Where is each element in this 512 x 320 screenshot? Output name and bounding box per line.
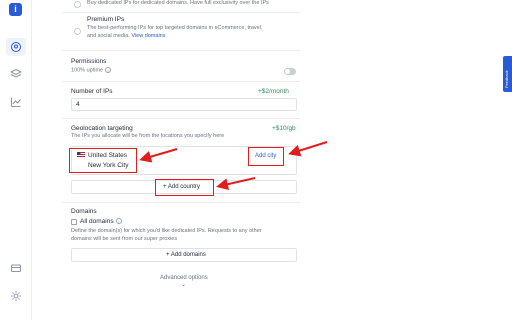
billing-icon[interactable] <box>10 262 22 274</box>
ips-price: +$2/month <box>258 88 289 95</box>
all-domains-checkbox[interactable] <box>71 219 77 225</box>
all-domains-label: All domains <box>80 218 114 225</box>
sidebar: i <box>0 0 32 320</box>
divider <box>62 118 300 119</box>
view-domains-link[interactable]: View domains <box>131 33 165 39</box>
dedicated-ips-description: Buy dedicated IPs for dedicated domains.… <box>87 0 269 6</box>
add-domains-row: + Add domains <box>166 252 206 260</box>
permissions-label: Permissions <box>71 58 107 65</box>
domains-label: Domains <box>71 208 97 215</box>
divider <box>62 202 300 203</box>
domains-description-2: domains will be sent from our super prox… <box>71 236 178 242</box>
premium-ips-title: Premium IPs <box>87 16 125 23</box>
annotation-box-add-city <box>248 147 284 166</box>
add-domains-label: Add domains <box>170 252 206 258</box>
info-icon[interactable]: i <box>115 218 122 225</box>
layers-icon[interactable] <box>10 68 22 80</box>
annotation-box-location <box>69 148 137 173</box>
divider <box>62 12 300 13</box>
app-logo[interactable]: i <box>9 3 22 16</box>
feedback-label: Feedback <box>504 70 509 88</box>
dedicated-ips-radio[interactable] <box>74 1 81 8</box>
uptime-row: 100% uptime i <box>71 67 112 75</box>
geolocation-label: Geolocation targeting <box>71 125 133 132</box>
divider <box>62 50 300 51</box>
number-of-ips-value: 4 <box>76 101 80 108</box>
info-icon[interactable]: i <box>105 67 112 73</box>
chart-icon[interactable] <box>10 96 22 108</box>
domains-description: Define the domain(s) for which you'd lik… <box>71 228 262 234</box>
geolocation-description: The IPs you allocate will be from the lo… <box>71 133 225 139</box>
arrow-to-add-city <box>288 141 328 157</box>
premium-ips-radio[interactable] <box>74 28 81 35</box>
annotation-box-add-country <box>155 179 214 196</box>
divider <box>62 81 300 82</box>
uptime-label: 100% uptime <box>71 67 104 74</box>
premium-ips-description: The best-performing IPs for top targeted… <box>87 25 263 31</box>
add-domains-button[interactable]: + Add domains <box>71 248 297 262</box>
all-domains-row: All domains i <box>80 218 122 225</box>
feedback-tab[interactable]: Feedback <box>503 56 512 92</box>
number-of-ips-label: Number of IPs <box>71 88 113 95</box>
premium-ips-description-2: and social media. View domains <box>87 33 165 41</box>
chevron-down-icon[interactable]: ⌄ <box>181 281 186 288</box>
location-icon[interactable] <box>10 41 22 53</box>
plus-icon: + <box>166 252 170 258</box>
uptime-toggle[interactable] <box>284 68 296 75</box>
premium-ips-description-text: and social media. <box>87 33 130 39</box>
geolocation-price: +$10/gb <box>272 125 296 132</box>
number-of-ips-input[interactable]: 4 <box>71 98 297 111</box>
settings-icon[interactable] <box>10 290 22 302</box>
